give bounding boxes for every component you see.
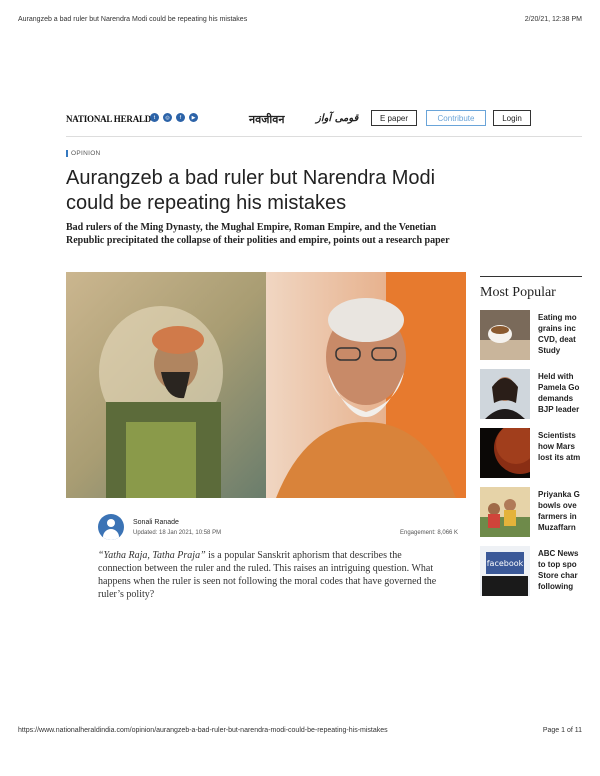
popular-item-title[interactable]: Eating mo grains inc CVD, deat Study [538,312,582,356]
popular-item[interactable]: Eating mo grains inc CVD, deat Study [480,310,590,362]
page-number: Page 1 of 11 [542,727,582,734]
popular-item[interactable]: Priyanka G bowls ove farmers in Muzaffar… [480,487,590,539]
body-quote: “Yatha Raja, Tatha Praja” [98,550,206,561]
aurangzeb-painting-image [66,272,266,498]
hero-image [66,272,466,498]
modi-portrait-image [266,272,466,498]
print-title: Aurangzeb a bad ruler but Narendra Modi … [18,16,248,23]
rally-image [480,487,530,537]
login-button[interactable]: Login [493,110,531,126]
tea-cup-image [480,310,530,360]
popular-item[interactable]: facebook ABC News to top spo Store char … [480,546,590,598]
print-date: 2/20/21, 12:38 PM [524,16,582,23]
popular-item[interactable]: Held with Pamela Go demands BJP leader [480,369,590,421]
woman-portrait-image [480,369,530,419]
qaumi-awaz-logo[interactable]: قومی آواز [316,113,358,124]
popular-item-title[interactable]: ABC News to top spo Store char following [538,548,582,592]
navjivan-logo[interactable]: नवजीवन [249,112,284,127]
popular-item-title[interactable]: Held with Pamela Go demands BJP leader [538,371,582,415]
instagram-icon[interactable]: ◎ [163,113,172,122]
popular-item-title[interactable]: Priyanka G bowls ove farmers in Muzaffar… [538,489,582,533]
article-body-paragraph: “Yatha Raja, Tatha Praja” is a popular S… [98,549,444,601]
facebook-icon[interactable]: f [176,113,185,122]
youtube-icon[interactable]: ▶ [189,113,198,122]
engagement-count: Engagement: 8,066 K [400,530,459,536]
contribute-button[interactable]: Contribute [426,110,486,126]
facebook-sign-image: facebook [480,546,530,596]
most-popular-heading: Most Popular [480,285,556,300]
twitter-icon[interactable]: t [150,113,159,122]
section-label[interactable]: OPINION [66,150,101,157]
mars-image [480,422,546,478]
svg-text:facebook: facebook [487,559,524,568]
popular-item-title[interactable]: Scientists how Mars lost its atm [538,430,582,463]
popular-item[interactable]: Scientists how Mars lost its atm [480,422,590,480]
article-subtitle: Bad rulers of the Ming Dynasty, the Mugh… [66,222,450,246]
author-name[interactable]: Sonali Ranade [133,519,179,526]
print-footer: https://www.nationalheraldindia.com/opin… [18,727,582,734]
updated-timestamp: Updated: 18 Jan 2021, 10:58 PM [133,530,222,536]
site-logo[interactable]: NATIONAL HERALD [66,114,151,124]
social-links: t ◎ f ▶ [150,113,198,122]
print-url: https://www.nationalheraldindia.com/opin… [18,727,388,734]
epaper-button[interactable]: E paper [371,110,417,126]
print-header: Aurangzeb a bad ruler but Narendra Modi … [18,16,582,23]
author-avatar[interactable] [98,514,124,540]
sidebar-divider [480,276,582,277]
article-title: Aurangzeb a bad ruler but Narendra Modi … [66,167,436,214]
site-header: NATIONAL HERALD t ◎ f ▶ नवजीवन قومی آواز… [66,110,582,137]
